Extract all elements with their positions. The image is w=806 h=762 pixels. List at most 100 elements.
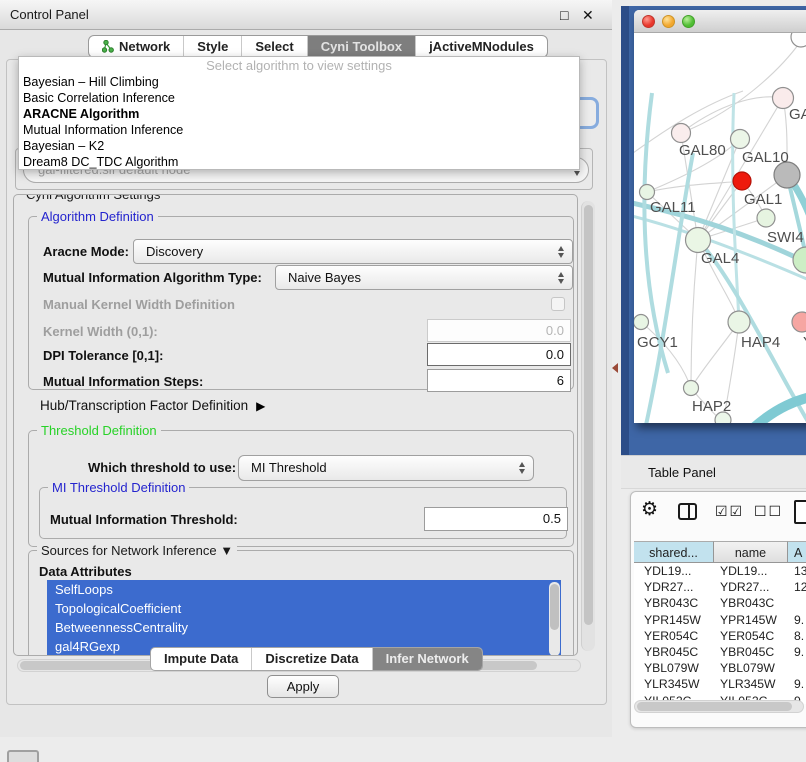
screen: Control Panel □ ✕ Network Style Select C…: [0, 0, 806, 762]
settings-group-title: Cyni Algorithm Settings: [22, 194, 164, 202]
network-node-swi4[interactable]: [793, 247, 806, 273]
tab-select[interactable]: Select: [241, 36, 306, 57]
network-node-gal11[interactable]: [640, 185, 655, 200]
table-row[interactable]: YDR27...YDR27...12: [634, 579, 806, 595]
apply-button[interactable]: Apply: [267, 675, 339, 698]
kernel-width-label: Kernel Width (0,1):: [43, 324, 158, 339]
column-header-partial[interactable]: A: [788, 541, 806, 563]
table-row[interactable]: YBR045CYBR045C9.: [634, 644, 806, 660]
table-row[interactable]: YBR043CYBR043C: [634, 595, 806, 611]
network-node-pink[interactable]: [792, 312, 806, 332]
mi-type-label: Mutual Information Algorithm Type:: [43, 270, 262, 285]
tab-impute-data[interactable]: Impute Data: [151, 648, 251, 670]
minimized-panel-box[interactable]: [7, 750, 39, 762]
network-window-titlebar[interactable]: [634, 10, 806, 33]
node-label: GAL11: [650, 199, 696, 216]
mi-threshold-title: MI Threshold Definition: [48, 480, 189, 495]
columns-icon[interactable]: [678, 503, 697, 520]
splitter-collapse-icon[interactable]: [612, 363, 618, 373]
column-header-name[interactable]: name: [714, 541, 788, 563]
network-node-gal10[interactable]: [731, 130, 750, 149]
dropdown-item[interactable]: Dream8 DC_TDC Algorithm: [19, 154, 579, 170]
combo-spinner-icon: [558, 246, 565, 258]
control-panel-window: Control Panel □ ✕ Network Style Select C…: [0, 0, 612, 737]
mi-steps-label: Mutual Information Steps:: [43, 374, 203, 389]
data-attributes-label: Data Attributes: [39, 564, 132, 579]
gear-icon[interactable]: ⚙: [641, 498, 658, 521]
tab-style[interactable]: Style: [183, 36, 241, 57]
hub-tf-definition-expander[interactable]: Hub/Transcription Factor Definition▶: [40, 398, 265, 413]
network-node-gal1[interactable]: [757, 209, 775, 227]
cyni-algorithm-settings-group: Cyni Algorithm Settings Algorithm Defini…: [13, 194, 578, 656]
table-panel-title: Table Panel: [648, 456, 716, 490]
network-node-gcy1[interactable]: [634, 315, 649, 330]
network-icon: [102, 40, 114, 53]
combo-spinner-icon: [558, 272, 565, 284]
zoom-traffic-light-icon[interactable]: [682, 15, 695, 28]
network-node-gal80[interactable]: [672, 124, 691, 143]
float-window-icon[interactable]: □: [560, 0, 568, 30]
sources-group-title[interactable]: Sources for Network Inference ▼: [37, 543, 237, 558]
document-icon[interactable]: [794, 500, 806, 524]
combo-spinner-icon: [519, 462, 526, 474]
threshold-definition-group: Threshold Definition Which threshold to …: [28, 430, 574, 547]
threshold-definition-title: Threshold Definition: [37, 423, 161, 438]
network-node-gal4[interactable]: [686, 228, 711, 253]
kernel-width-field[interactable]: 0.0: [427, 319, 571, 342]
select-all-checkboxes-icon[interactable]: ☑☑: [715, 503, 744, 520]
dropdown-item[interactable]: Basic Correlation Inference: [19, 90, 579, 106]
network-node[interactable]: [791, 33, 806, 47]
dpi-tolerance-field[interactable]: 0.0: [427, 343, 571, 366]
table-header: shared... name A: [634, 541, 806, 563]
table-panel-card: ⚙ ☑☑ ☐☐ shared... name A YDL19...YDL19..…: [630, 491, 806, 728]
settings-vertical-scrollbar[interactable]: [581, 201, 595, 651]
tab-infer-network[interactable]: Infer Network: [372, 648, 482, 670]
table-row[interactable]: YDL19...YDL19...13: [634, 563, 806, 579]
table-row[interactable]: YER054CYER054C8.: [634, 628, 806, 644]
minimize-traffic-light-icon[interactable]: [662, 15, 675, 28]
deselect-all-checkboxes-icon[interactable]: ☐☐: [754, 503, 783, 520]
network-canvas[interactable]: GAL GAL80 GAL10 GAL11 GAL1 SWI4 GAL4 GCY…: [634, 33, 806, 423]
control-panel-titlebar: Control Panel □ ✕: [0, 0, 612, 30]
aracne-mode-combo[interactable]: Discovery: [133, 239, 573, 264]
table-panel-bar: Table Panel: [621, 455, 806, 489]
tab-network[interactable]: Network: [89, 36, 183, 57]
close-icon[interactable]: ✕: [582, 0, 594, 30]
table-row[interactable]: YPR145WYPR145W9.: [634, 612, 806, 628]
mi-threshold-field[interactable]: 0.5: [424, 507, 568, 531]
manual-kernel-checkbox[interactable]: [551, 297, 565, 311]
expand-arrow-icon: ▶: [256, 399, 265, 413]
list-item[interactable]: BetweennessCentrality: [47, 618, 561, 637]
node-label: GAL80: [679, 142, 726, 159]
tab-discretize-data[interactable]: Discretize Data: [251, 648, 371, 670]
tab-jactivemnodules[interactable]: jActiveMNodules: [415, 36, 547, 57]
algorithm-definition-title: Algorithm Definition: [37, 209, 158, 224]
list-item[interactable]: SelfLoops: [47, 580, 561, 599]
attributes-list-scrollbar[interactable]: [549, 582, 560, 656]
table-row[interactable]: YBL079WYBL079W: [634, 660, 806, 676]
network-node-red[interactable]: [733, 172, 751, 190]
table-row[interactable]: YLR345WYLR345W9.: [634, 676, 806, 692]
node-label: GAL: [789, 106, 806, 123]
dpi-tolerance-label: DPI Tolerance [0,1]:: [43, 348, 163, 363]
network-graph: GAL GAL80 GAL10 GAL11 GAL1 SWI4 GAL4 GCY…: [634, 33, 806, 423]
column-header-shared-name[interactable]: shared...: [634, 541, 714, 563]
network-node-hap4[interactable]: [728, 311, 750, 333]
dropdown-item[interactable]: Mutual Information Inference: [19, 122, 579, 138]
dropdown-item-selected[interactable]: ARACNE Algorithm: [19, 106, 579, 122]
aracne-mode-label: Aracne Mode:: [43, 244, 129, 259]
close-traffic-light-icon[interactable]: [642, 15, 655, 28]
tab-cyni-toolbox[interactable]: Cyni Toolbox: [307, 36, 415, 57]
node-label: GCY1: [637, 334, 678, 351]
mi-threshold-group: MI Threshold Definition Mutual Informati…: [39, 487, 567, 539]
table-horizontal-scrollbar[interactable]: [634, 700, 804, 713]
node-label: HAP4: [741, 334, 780, 351]
algorithm-definition-group: Algorithm Definition Aracne Mode: Discov…: [28, 216, 574, 390]
which-threshold-combo[interactable]: MI Threshold: [238, 455, 534, 481]
mi-steps-field[interactable]: 6: [427, 369, 571, 392]
network-node-hap2[interactable]: [684, 381, 699, 396]
mi-algorithm-type-combo[interactable]: Naive Bayes: [275, 265, 573, 290]
dropdown-item[interactable]: Bayesian – Hill Climbing: [19, 74, 579, 90]
dropdown-item[interactable]: Bayesian – K2: [19, 138, 579, 154]
list-item[interactable]: TopologicalCoefficient: [47, 599, 561, 618]
